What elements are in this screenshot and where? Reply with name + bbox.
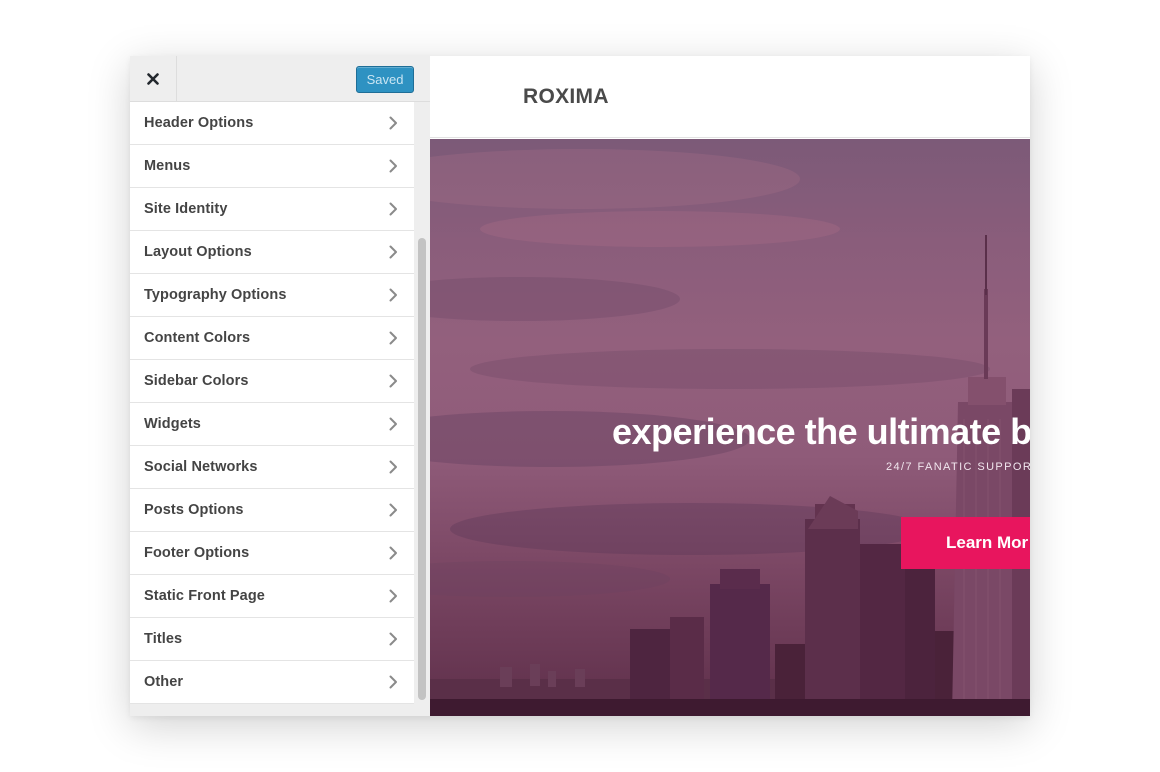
chevron-right-icon bbox=[389, 503, 397, 517]
chevron-right-icon bbox=[389, 675, 397, 689]
menu-item-other[interactable]: Other bbox=[130, 661, 414, 704]
chevron-right-icon bbox=[389, 331, 397, 345]
scrollbar-thumb[interactable] bbox=[418, 238, 426, 700]
sidebar-header: Saved bbox=[130, 56, 430, 102]
hero-title: experience the ultimate b bbox=[612, 411, 1030, 452]
chevron-right-icon bbox=[389, 632, 397, 646]
menu-item-menus[interactable]: Menus bbox=[130, 145, 414, 188]
menu-item-label: Static Front Page bbox=[144, 588, 265, 604]
chevron-right-icon bbox=[389, 202, 397, 216]
chevron-right-icon bbox=[389, 460, 397, 474]
hero-section: experience the ultimate b 24/7 FANATIC S… bbox=[430, 139, 1030, 716]
chevron-right-icon bbox=[389, 116, 397, 130]
menu-item-label: Other bbox=[144, 674, 184, 690]
menu-item-titles[interactable]: Titles bbox=[130, 618, 414, 661]
chevron-right-icon bbox=[389, 159, 397, 173]
menu-item-label: Site Identity bbox=[144, 201, 228, 217]
menu-item-header-options[interactable]: Header Options bbox=[130, 102, 414, 145]
customizer-menu: Header Options Menus Site Identity Layout O… bbox=[130, 102, 414, 704]
menu-item-site-identity[interactable]: Site Identity bbox=[130, 188, 414, 231]
menu-item-label: Footer Options bbox=[144, 545, 250, 561]
menu-item-social-networks[interactable]: Social Networks bbox=[130, 446, 414, 489]
menu-item-label: Layout Options bbox=[144, 244, 252, 260]
menu-item-static-front-page[interactable]: Static Front Page bbox=[130, 575, 414, 618]
hero-subtitle: 24/7 FANATIC SUPPORT bbox=[886, 461, 1030, 473]
menu-item-label: Content Colors bbox=[144, 330, 251, 346]
customizer-sidebar: Saved Header Options Menus Site Identity La… bbox=[130, 56, 430, 716]
chevron-right-icon bbox=[389, 417, 397, 431]
menu-item-label: Typography Options bbox=[144, 287, 287, 303]
chevron-right-icon bbox=[389, 589, 397, 603]
menu-item-typography-options[interactable]: Typography Options bbox=[130, 274, 414, 317]
close-icon bbox=[147, 72, 159, 85]
menu-item-label: Widgets bbox=[144, 416, 201, 432]
menu-item-label: Sidebar Colors bbox=[144, 373, 249, 389]
menu-item-layout-options[interactable]: Layout Options bbox=[130, 231, 414, 274]
menu-item-label: Posts Options bbox=[144, 502, 244, 518]
sidebar-scrollbar[interactable] bbox=[414, 102, 430, 716]
menu-item-posts-options[interactable]: Posts Options bbox=[130, 489, 414, 532]
menu-item-footer-options[interactable]: Footer Options bbox=[130, 532, 414, 575]
close-button[interactable] bbox=[130, 56, 177, 101]
site-preview: ROXIMA experience the ultimate b 24/7 FA… bbox=[430, 56, 1030, 716]
saved-button[interactable]: Saved bbox=[356, 66, 414, 93]
menu-item-label: Menus bbox=[144, 158, 191, 174]
menu-item-sidebar-colors[interactable]: Sidebar Colors bbox=[130, 360, 414, 403]
chevron-right-icon bbox=[389, 374, 397, 388]
chevron-right-icon bbox=[389, 245, 397, 259]
menu-item-label: Social Networks bbox=[144, 459, 258, 475]
learn-more-button[interactable]: Learn Mor bbox=[901, 517, 1030, 569]
chevron-right-icon bbox=[389, 288, 397, 302]
site-header: ROXIMA bbox=[430, 56, 1030, 138]
chevron-right-icon bbox=[389, 546, 397, 560]
menu-item-label: Titles bbox=[144, 631, 183, 647]
menu-item-label: Header Options bbox=[144, 115, 254, 131]
customizer-window: Saved Header Options Menus Site Identity La… bbox=[130, 56, 1030, 716]
menu-item-widgets[interactable]: Widgets bbox=[130, 403, 414, 446]
menu-item-content-colors[interactable]: Content Colors bbox=[130, 317, 414, 360]
site-logo[interactable]: ROXIMA bbox=[523, 85, 609, 109]
